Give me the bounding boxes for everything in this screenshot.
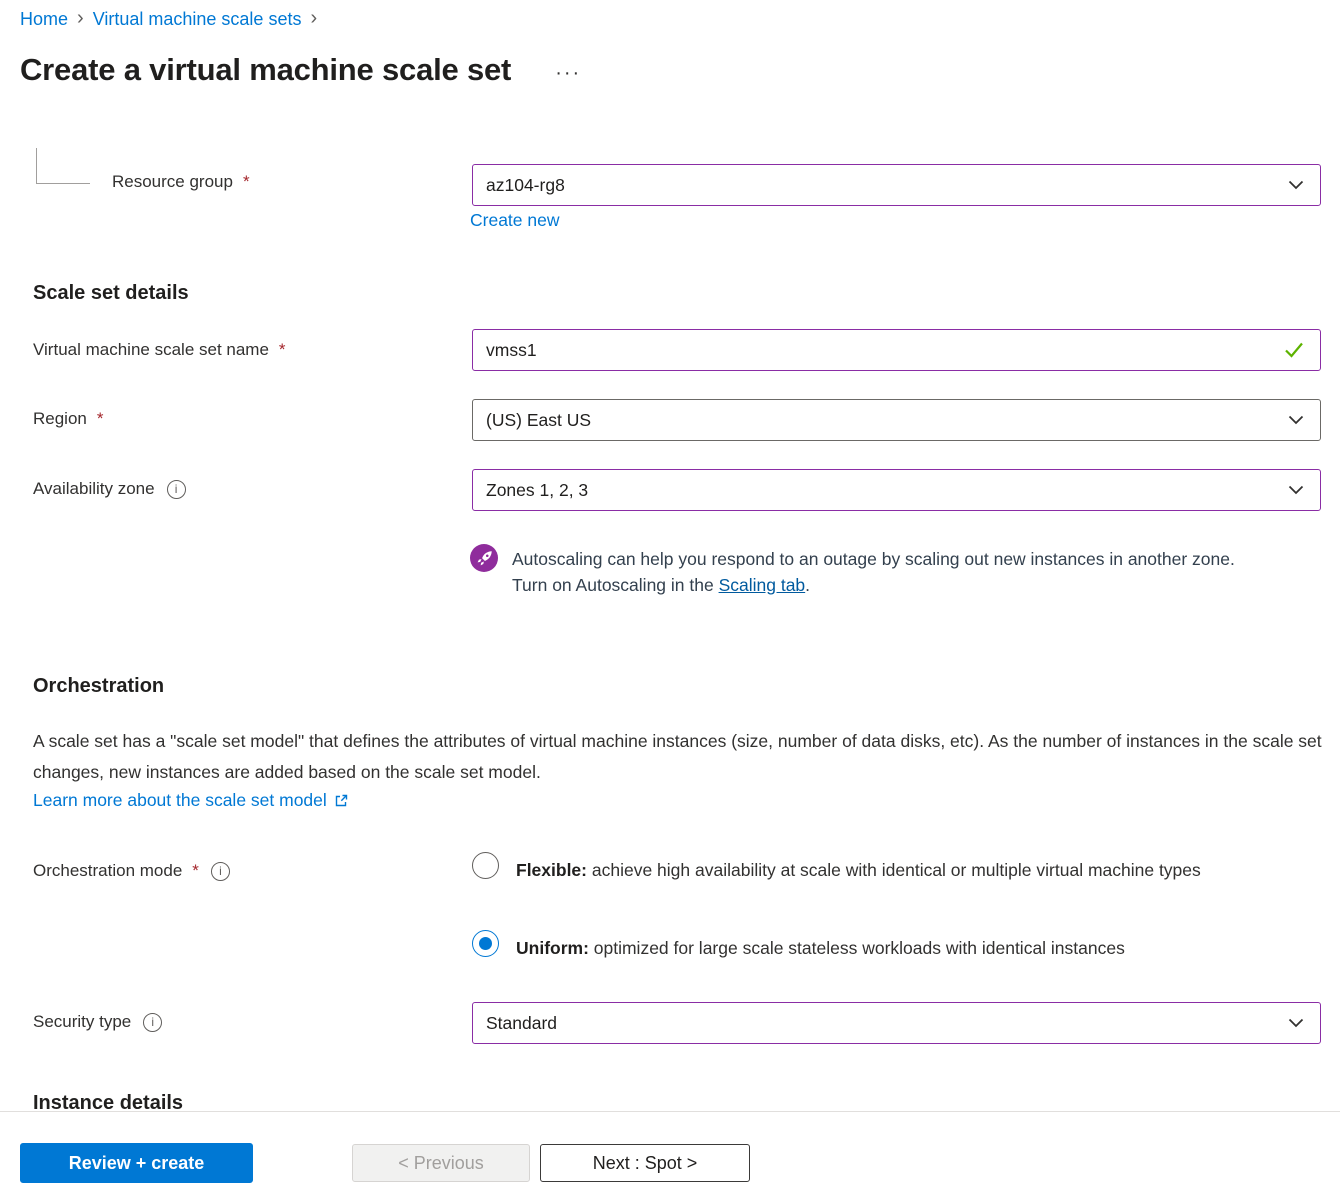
rocket-icon <box>470 544 498 572</box>
external-link-icon <box>334 793 349 808</box>
radio-uniform-desc: optimized for large scale stateless work… <box>589 938 1125 958</box>
orchestration-heading: Orchestration <box>33 675 164 698</box>
chevron-down-icon <box>1288 415 1304 425</box>
scale-set-details-heading: Scale set details <box>33 282 189 305</box>
page-title: Create a virtual machine scale set <box>20 52 511 88</box>
create-new-link[interactable]: Create new <box>470 210 560 231</box>
create-vmss-page: Home › Virtual machine scale sets › Crea… <box>0 0 1340 1202</box>
security-type-label: Security type i <box>33 1012 162 1032</box>
resource-group-label-text: Resource group <box>112 172 233 192</box>
required-asterisk: * <box>279 340 286 360</box>
orchestration-mode-label-text: Orchestration mode <box>33 861 182 881</box>
required-asterisk: * <box>192 861 199 881</box>
scaling-tab-link[interactable]: Scaling tab <box>719 575 806 595</box>
vmss-name-label-text: Virtual machine scale set name <box>33 340 269 360</box>
region-dropdown[interactable]: (US) East US <box>472 399 1321 441</box>
info-icon[interactable]: i <box>211 862 230 881</box>
vmss-name-value: vmss1 <box>486 340 537 361</box>
info-icon[interactable]: i <box>167 480 186 499</box>
validation-check-icon <box>1284 342 1304 358</box>
breadcrumb-vmss[interactable]: Virtual machine scale sets <box>93 9 302 30</box>
breadcrumb-home[interactable]: Home <box>20 9 68 30</box>
info-icon[interactable]: i <box>143 1013 162 1032</box>
orchestration-mode-label: Orchestration mode * i <box>33 861 230 881</box>
required-asterisk: * <box>97 409 104 429</box>
region-label: Region * <box>33 409 104 429</box>
autoscaling-note: Autoscaling can help you respond to an o… <box>512 546 1264 598</box>
radio-flexible[interactable] <box>472 852 499 879</box>
radio-flexible-label[interactable]: Flexible: achieve high availability at s… <box>516 855 1311 886</box>
vmss-name-input[interactable]: vmss1 <box>472 329 1321 371</box>
radio-selected-dot <box>479 937 492 950</box>
autoscaling-note-text: Autoscaling can help you respond to an o… <box>512 549 1235 595</box>
security-type-dropdown[interactable]: Standard <box>472 1002 1321 1044</box>
radio-flexible-desc: achieve high availability at scale with … <box>587 860 1201 880</box>
subscription-indent-line <box>36 148 90 184</box>
region-label-text: Region <box>33 409 87 429</box>
breadcrumb: Home › Virtual machine scale sets › <box>20 8 317 31</box>
chevron-down-icon <box>1288 1018 1304 1028</box>
orchestration-description: A scale set has a "scale set model" that… <box>33 726 1329 788</box>
chevron-right-icon: › <box>310 8 317 31</box>
availability-zone-value: Zones 1, 2, 3 <box>486 480 588 501</box>
security-type-value: Standard <box>486 1013 557 1034</box>
resource-group-dropdown[interactable]: az104-rg8 <box>472 164 1321 206</box>
resource-group-value: az104-rg8 <box>486 175 565 196</box>
radio-flexible-name: Flexible: <box>516 860 587 880</box>
vmss-name-label: Virtual machine scale set name * <box>33 340 286 360</box>
required-asterisk: * <box>243 172 250 192</box>
radio-uniform[interactable] <box>472 930 499 957</box>
title-row: Create a virtual machine scale set ··· <box>20 52 581 88</box>
availability-zone-dropdown[interactable]: Zones 1, 2, 3 <box>472 469 1321 511</box>
review-create-button[interactable]: Review + create <box>20 1143 253 1183</box>
chevron-down-icon <box>1288 180 1304 190</box>
wizard-footer: Review + create < Previous Next : Spot > <box>0 1111 1340 1202</box>
security-type-label-text: Security type <box>33 1012 131 1032</box>
radio-uniform-name: Uniform: <box>516 938 589 958</box>
more-options-icon[interactable]: ··· <box>555 56 581 85</box>
chevron-down-icon <box>1288 485 1304 495</box>
chevron-right-icon: › <box>77 8 84 31</box>
learn-more-link[interactable]: Learn more about the scale set model <box>33 790 327 811</box>
availability-zone-label: Availability zone i <box>33 479 186 499</box>
previous-button[interactable]: < Previous <box>352 1144 530 1182</box>
availability-zone-label-text: Availability zone <box>33 479 155 499</box>
next-spot-button[interactable]: Next : Spot > <box>540 1144 750 1182</box>
autoscaling-note-period: . <box>805 575 810 595</box>
radio-uniform-label[interactable]: Uniform: optimized for large scale state… <box>516 933 1311 964</box>
region-value: (US) East US <box>486 410 591 431</box>
resource-group-label: Resource group * <box>112 172 250 192</box>
